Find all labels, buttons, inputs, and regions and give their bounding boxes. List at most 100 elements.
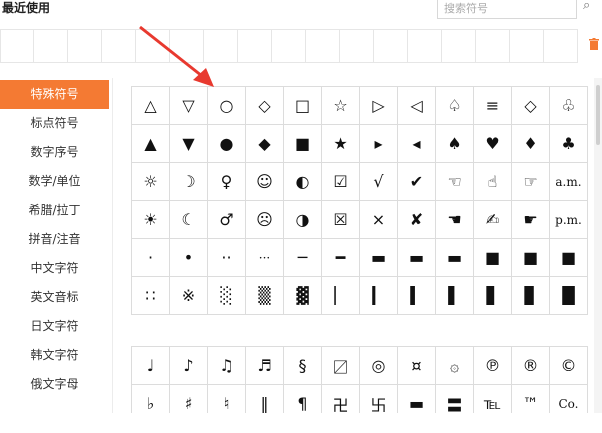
symbol-cell[interactable]: ☀ [131, 200, 170, 239]
symbol-cell[interactable]: ♀ [207, 162, 246, 201]
category-item[interactable]: 标点符号 [0, 109, 109, 138]
symbol-cell[interactable]: ▍ [397, 276, 436, 315]
symbol-cell[interactable]: ♣ [549, 124, 588, 163]
category-item[interactable]: 中文字符 [0, 254, 109, 283]
symbol-cell[interactable]: ℗ [473, 346, 512, 385]
symbol-cell[interactable]: ★ [321, 124, 360, 163]
symbol-cell[interactable]: ■ [283, 124, 322, 163]
scrollbar-thumb[interactable] [596, 85, 600, 145]
symbol-cell[interactable]: ▼ [169, 124, 208, 163]
category-item[interactable]: 数学/单位 [0, 167, 109, 196]
symbol-cell[interactable]: ○ [207, 86, 246, 125]
symbol-cell[interactable]: ♪ [169, 346, 208, 385]
symbol-cell[interactable]: ♩ [131, 346, 170, 385]
recent-symbol-slot[interactable] [306, 29, 340, 63]
recent-symbol-slot[interactable] [340, 29, 374, 63]
search-icon[interactable]: ⌕ [583, 0, 590, 13]
category-item[interactable]: 韩文字符 [0, 341, 109, 370]
symbol-cell[interactable]: ▏ [321, 276, 360, 315]
symbol-cell[interactable]: █ [549, 276, 588, 315]
symbol-cell[interactable]: ♤ [435, 86, 474, 125]
symbol-cell[interactable]: ☆ [321, 86, 360, 125]
symbol-cell[interactable]: ● [207, 124, 246, 163]
symbol-cell[interactable]: ▎ [359, 276, 398, 315]
symbol-cell[interactable]: a.m. [549, 162, 588, 201]
symbol-cell[interactable]: √ [359, 162, 398, 201]
symbol-cell[interactable]: 〼 [321, 346, 360, 385]
symbol-cell[interactable]: ━ [321, 238, 360, 277]
symbol-cell[interactable]: △ [131, 86, 170, 125]
symbol-cell[interactable]: ✔ [397, 162, 436, 201]
symbol-cell[interactable]: ∷ [131, 276, 170, 315]
symbol-cell[interactable]: ☽ [169, 162, 208, 201]
category-item[interactable]: 数字序号 [0, 138, 109, 167]
symbol-cell[interactable]: ▸ [359, 124, 398, 163]
recent-symbol-slot[interactable] [204, 29, 238, 63]
category-item[interactable]: 英文音标 [0, 283, 109, 312]
symbol-cell[interactable]: p.m. [549, 200, 588, 239]
recent-symbol-slot[interactable] [136, 29, 170, 63]
category-item[interactable]: 俄文字母 [0, 370, 109, 399]
symbol-cell[interactable]: ◎ [359, 346, 398, 385]
symbol-cell[interactable]: ♧ [549, 86, 588, 125]
recent-symbol-slot[interactable] [374, 29, 408, 63]
symbol-cell[interactable]: ♬ [245, 346, 284, 385]
trash-icon[interactable] [589, 38, 599, 50]
recent-symbol-slot[interactable] [272, 29, 306, 63]
symbol-cell[interactable]: □ [283, 86, 322, 125]
symbol-cell[interactable]: ·· [207, 238, 246, 277]
symbol-cell[interactable]: ۞ [435, 346, 474, 385]
symbol-cell[interactable]: ♫ [207, 346, 246, 385]
category-item[interactable]: 拼音/注音 [0, 225, 109, 254]
symbol-cell[interactable]: · [131, 238, 170, 277]
symbol-cell[interactable]: ¤ [397, 346, 436, 385]
symbol-cell[interactable]: ▷ [359, 86, 398, 125]
symbol-cell[interactable]: ■ [511, 238, 550, 277]
recent-symbol-slot[interactable] [476, 29, 510, 63]
symbol-cell[interactable]: ■ [549, 238, 588, 277]
recent-symbol-slot[interactable] [238, 29, 272, 63]
symbol-cell[interactable]: ☚ [435, 200, 474, 239]
recent-symbol-slot[interactable] [68, 29, 102, 63]
symbol-cell[interactable]: ▬ [359, 238, 398, 277]
symbol-cell[interactable]: ◑ [283, 200, 322, 239]
symbol-cell[interactable]: ☒ [321, 200, 360, 239]
symbol-cell[interactable]: ◐ [283, 162, 322, 201]
symbol-cell[interactable]: ◆ [245, 124, 284, 163]
recent-symbol-slot[interactable] [544, 29, 578, 63]
recent-symbol-slot[interactable] [442, 29, 476, 63]
recent-symbol-slot[interactable] [408, 29, 442, 63]
symbol-cell[interactable]: ░ [207, 276, 246, 315]
symbol-cell[interactable]: ◂ [397, 124, 436, 163]
recent-symbol-slot[interactable] [170, 29, 204, 63]
symbol-cell[interactable]: ··· [245, 238, 284, 277]
symbol-cell[interactable]: § [283, 346, 322, 385]
symbol-cell[interactable]: ◇ [511, 86, 550, 125]
symbol-cell[interactable]: ▲ [131, 124, 170, 163]
symbol-cell[interactable]: ♠ [435, 124, 474, 163]
symbol-cell[interactable]: ▌ [435, 276, 474, 315]
category-item[interactable]: 特殊符号 [0, 80, 109, 109]
recent-symbol-slot[interactable] [510, 29, 544, 63]
symbol-cell[interactable]: ♂ [207, 200, 246, 239]
symbol-cell[interactable]: ☾ [169, 200, 208, 239]
symbol-cell[interactable]: ※ [169, 276, 208, 315]
symbol-cell[interactable]: ■ [473, 238, 512, 277]
recent-symbol-slot[interactable] [34, 29, 68, 63]
symbol-cell[interactable]: ▽ [169, 86, 208, 125]
symbol-cell[interactable]: × [359, 200, 398, 239]
symbol-cell[interactable]: ▓ [283, 276, 322, 315]
symbol-cell[interactable]: ® [511, 346, 550, 385]
symbol-cell[interactable]: ☞ [511, 162, 550, 201]
symbol-cell[interactable]: ☺ [245, 162, 284, 201]
symbol-cell[interactable]: ◇ [245, 86, 284, 125]
symbol-cell[interactable]: ☹ [245, 200, 284, 239]
symbol-cell[interactable]: ◁ [397, 86, 436, 125]
symbol-cell[interactable]: ♦ [511, 124, 550, 163]
symbol-cell[interactable]: ▬ [397, 238, 436, 277]
symbol-cell[interactable]: ☜ [435, 162, 474, 201]
symbol-cell[interactable]: ≡ [473, 86, 512, 125]
category-item[interactable]: 日文字符 [0, 312, 109, 341]
symbol-cell[interactable]: ☑ [321, 162, 360, 201]
recent-symbol-slot[interactable] [102, 29, 136, 63]
